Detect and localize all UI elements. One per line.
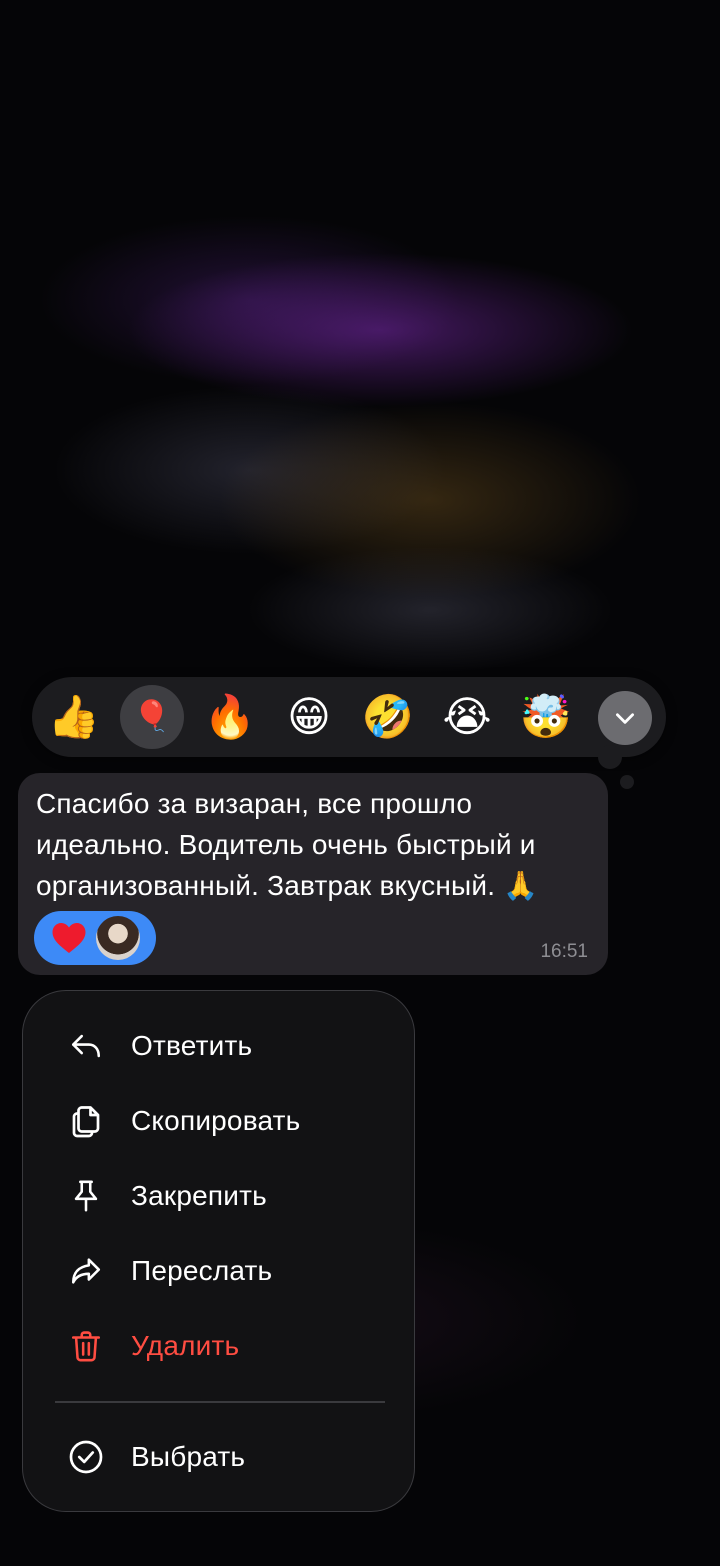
trash-icon (67, 1328, 105, 1364)
heart-icon (50, 920, 88, 956)
menu-item-copy[interactable]: Скопировать (23, 1088, 414, 1154)
check-circle-icon (67, 1439, 105, 1475)
reaction-crying[interactable]: 😭 (435, 685, 499, 749)
menu-label-delete: Удалить (131, 1330, 240, 1361)
menu-item-forward[interactable]: Переслать (23, 1238, 414, 1304)
menu-divider (55, 1401, 385, 1403)
reaction-exploding-head[interactable]: 🤯 (514, 685, 578, 749)
message-text: Спасибо за визаран, все прошло идеально.… (36, 788, 539, 901)
copy-icon (67, 1103, 105, 1139)
reaction-rofl[interactable]: 🤣 (356, 685, 420, 749)
reply-icon (67, 1028, 105, 1064)
reaction-picker-tail (598, 745, 622, 769)
reaction-picker: 👍 🎈 🔥 😁 🤣 😭 🤯 (32, 677, 666, 757)
reaction-fire[interactable]: 🔥 (198, 685, 262, 749)
pin-icon (67, 1178, 105, 1214)
reactor-avatar (96, 916, 140, 960)
message-timestamp: 16:51 (540, 941, 588, 962)
forward-icon (67, 1253, 105, 1289)
menu-label-select: Выбрать (131, 1441, 246, 1472)
message-bubble[interactable]: Спасибо за визаран, все прошло идеально.… (18, 773, 608, 975)
menu-item-delete[interactable]: Удалить (23, 1313, 414, 1379)
reaction-grin[interactable]: 😁 (277, 685, 341, 749)
menu-item-reply[interactable]: Ответить (23, 1013, 414, 1079)
chevron-down-icon (616, 713, 634, 724)
reaction-balloon[interactable]: 🎈 (120, 685, 184, 749)
context-menu: Ответить Скопировать Закрепить Переслать (22, 990, 415, 1512)
menu-label-reply: Ответить (131, 1030, 253, 1061)
expand-reactions-button[interactable] (598, 691, 652, 745)
menu-label-forward: Переслать (131, 1255, 273, 1286)
reaction-thumbs-up[interactable]: 👍 (42, 685, 106, 749)
menu-label-pin: Закрепить (131, 1180, 267, 1211)
message-reaction-chip[interactable] (34, 911, 156, 965)
menu-label-copy: Скопировать (131, 1105, 301, 1136)
reaction-picker-tail-small (620, 775, 634, 789)
menu-item-pin[interactable]: Закрепить (23, 1163, 414, 1229)
menu-item-select[interactable]: Выбрать (23, 1424, 414, 1490)
